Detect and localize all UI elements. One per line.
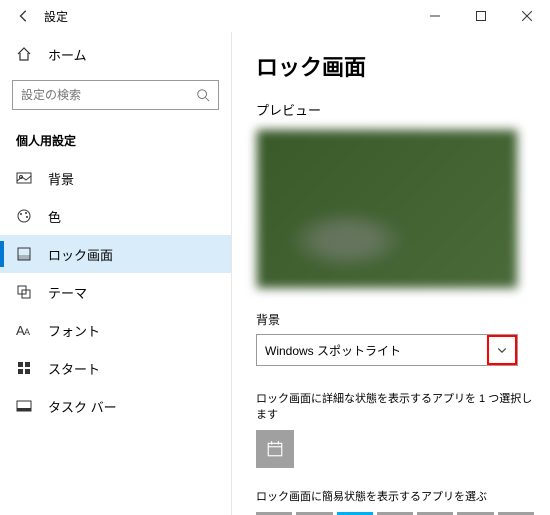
picture-icon [16, 170, 32, 186]
dropdown-value: Windows スポットライト [265, 342, 401, 359]
main-panel: ロック画面 プレビュー 背景 Windows スポットライト ロック画面に詳細な… [232, 32, 550, 515]
sidebar-item-themes[interactable]: テーマ [0, 273, 231, 311]
page-title: ロック画面 [256, 50, 534, 82]
close-button[interactable] [504, 0, 550, 32]
taskbar-icon [16, 398, 32, 414]
sidebar-item-label: タスク バー [48, 397, 117, 416]
home-label: ホーム [48, 45, 87, 64]
home-icon [16, 46, 32, 62]
detailed-status-row [256, 430, 534, 468]
lockscreen-icon [16, 246, 32, 262]
detailed-app-tile[interactable] [256, 430, 294, 468]
lockscreen-preview [256, 129, 518, 289]
chevron-down-icon[interactable] [487, 335, 517, 365]
section-header: 個人用設定 [0, 118, 231, 159]
sidebar-item-start[interactable]: スタート [0, 349, 231, 387]
detailed-status-label: ロック画面に詳細な状態を表示するアプリを 1 つ選択します [256, 390, 534, 422]
sidebar-item-fonts[interactable]: AA フォント [0, 311, 231, 349]
background-dropdown[interactable]: Windows スポットライト [256, 334, 518, 366]
sidebar-item-label: テーマ [48, 283, 87, 302]
sidebar-item-colors[interactable]: 色 [0, 197, 231, 235]
sidebar-item-label: ロック画面 [48, 245, 113, 264]
sidebar-item-label: 背景 [48, 169, 74, 188]
search-icon [196, 88, 210, 102]
sidebar-item-label: フォント [48, 321, 100, 340]
start-icon [16, 360, 32, 376]
sidebar: ホーム 個人用設定 背景 色 ロック画面 テーマ AA フォント ス [0, 32, 232, 515]
window-title: 設定 [44, 8, 68, 25]
palette-icon [16, 208, 32, 224]
sidebar-item-taskbar[interactable]: タスク バー [0, 387, 231, 425]
search-input[interactable] [21, 88, 196, 102]
theme-icon [16, 284, 32, 300]
sidebar-item-lockscreen[interactable]: ロック画面 [0, 235, 231, 273]
preview-label: プレビュー [256, 100, 534, 119]
background-label: 背景 [256, 311, 534, 328]
sidebar-item-label: 色 [48, 207, 61, 226]
quick-status-label: ロック画面に簡易状態を表示するアプリを選ぶ [256, 488, 534, 504]
sidebar-item-label: スタート [48, 359, 100, 378]
home-button[interactable]: ホーム [0, 36, 231, 72]
calendar-icon [266, 440, 284, 458]
maximize-button[interactable] [458, 0, 504, 32]
back-button[interactable] [8, 0, 40, 32]
font-icon: AA [16, 322, 32, 338]
sidebar-item-background[interactable]: 背景 [0, 159, 231, 197]
search-box[interactable] [12, 80, 219, 110]
window-controls [412, 0, 550, 32]
minimize-button[interactable] [412, 0, 458, 32]
svg-text:A: A [24, 327, 30, 337]
